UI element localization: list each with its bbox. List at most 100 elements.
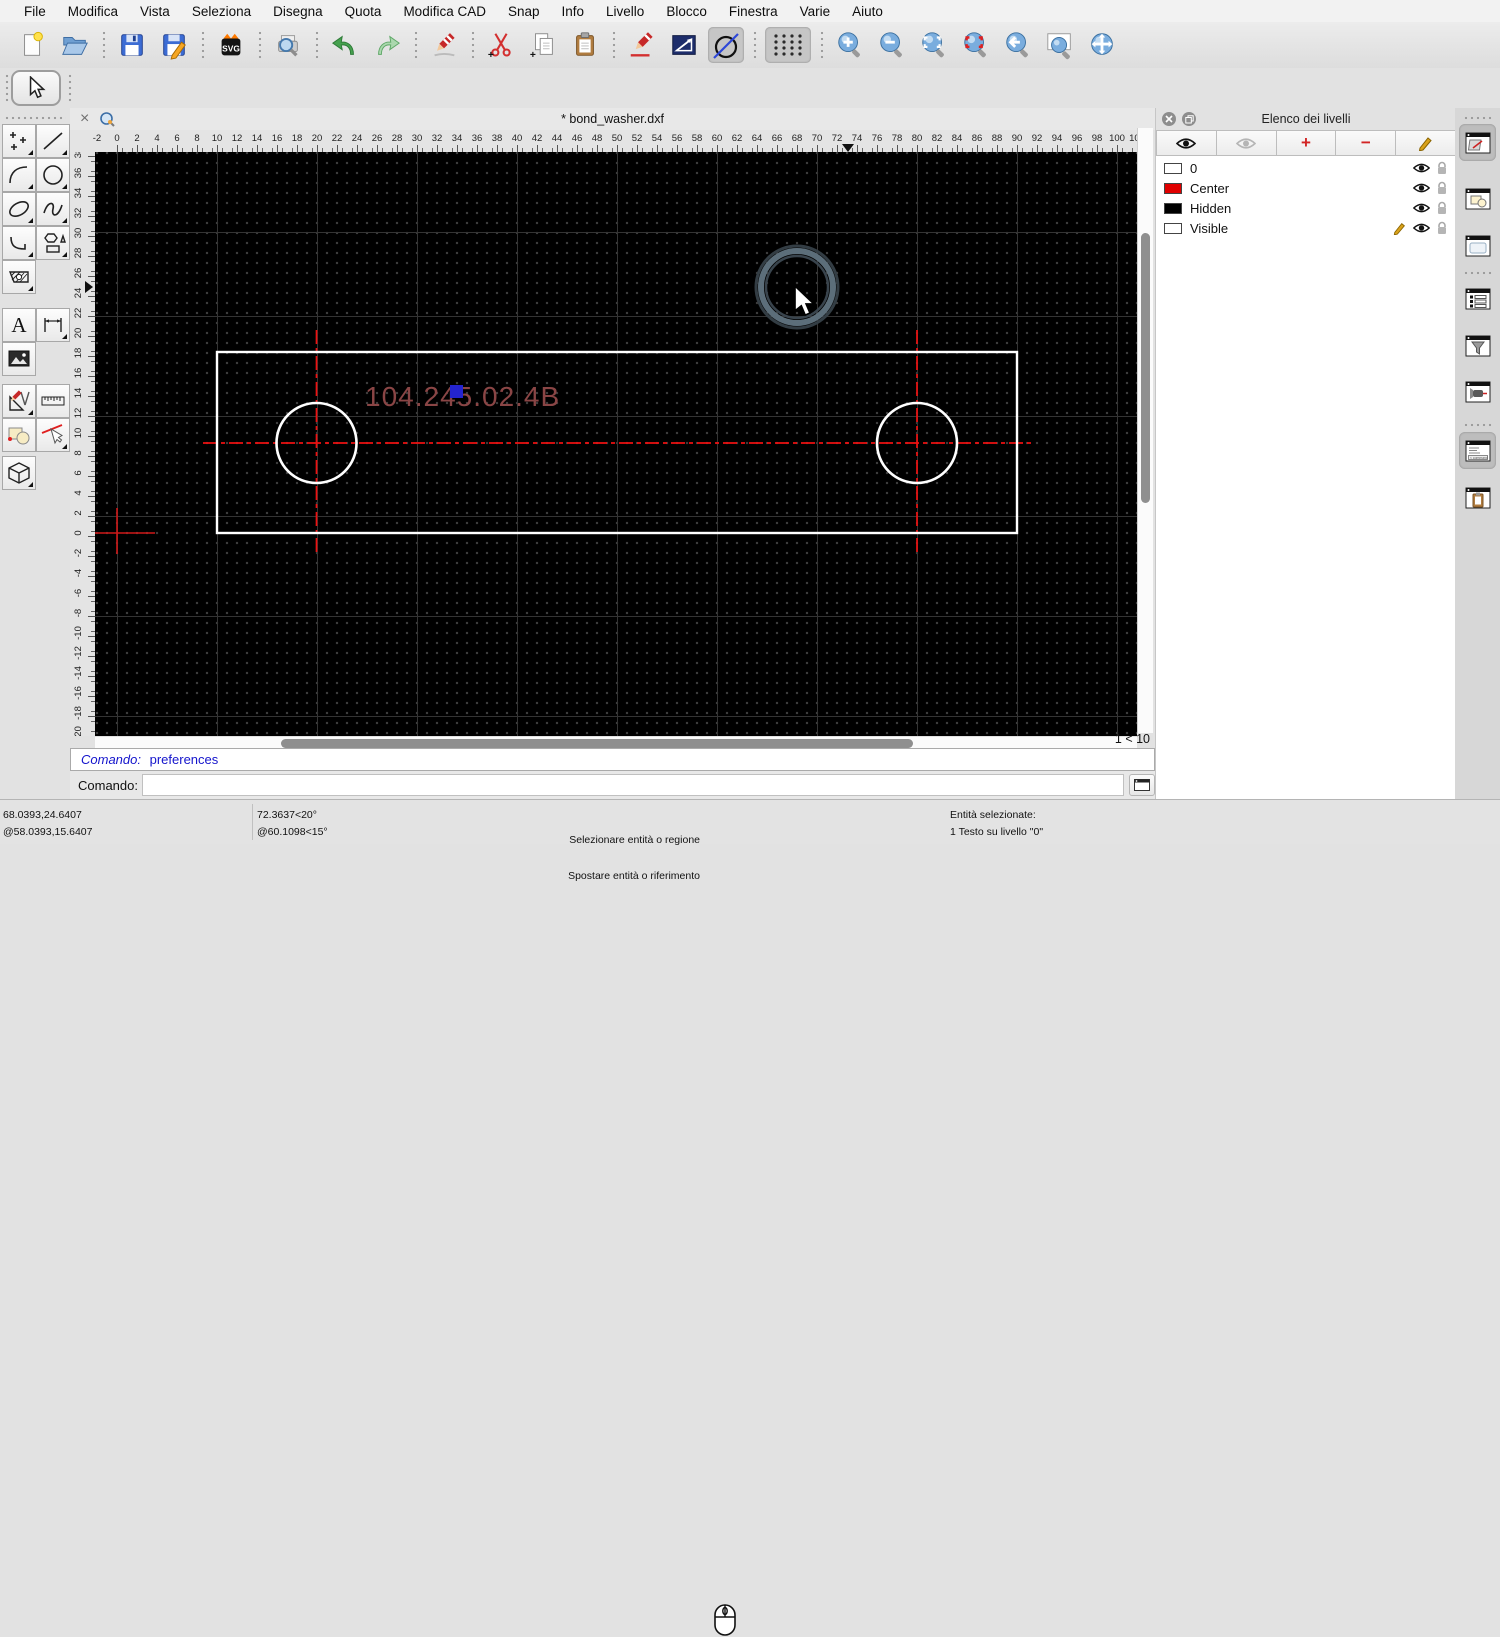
drawing-canvas[interactable]: 104.245.02.4B [95,152,1137,736]
zoom-window-button[interactable] [1042,27,1078,63]
layer-row-hidden[interactable]: Hidden [1156,198,1456,218]
hatch-tool-button[interactable] [2,260,36,294]
layer-lock-icon[interactable] [1436,161,1448,175]
drag-handle[interactable] [4,116,66,120]
menu-modifica-cad[interactable]: Modifica CAD [392,4,497,19]
svg-export-button[interactable]: SVG [213,27,249,63]
arc-tool-button[interactable] [2,158,36,192]
redo-button[interactable] [369,27,405,63]
show-all-layers-button[interactable] [1156,130,1217,156]
save-as-button[interactable] [156,27,192,63]
select-tool-button[interactable] [11,70,61,106]
menu-seleziona[interactable]: Seleziona [181,4,262,19]
menu-finestra[interactable]: Finestra [718,4,789,19]
draw-order-button[interactable] [666,27,702,63]
modify-attributes-tool-button[interactable] [36,418,70,452]
add-layer-button[interactable]: + [1276,130,1337,156]
vertical-scrollbar-thumb[interactable] [1141,233,1150,503]
vruler-label: 22 [73,307,84,319]
layer-color-swatch[interactable] [1164,182,1182,194]
layer-visibility-icon[interactable] [1413,162,1430,174]
remove-layer-button[interactable]: − [1336,130,1397,156]
isometric-tool-button[interactable] [2,456,36,490]
edit-attributes-button[interactable] [624,27,660,63]
selection-handle[interactable] [450,385,463,398]
drag-handle[interactable] [1463,271,1493,275]
drag-handle[interactable] [1463,423,1493,427]
menu-file[interactable]: File [13,4,57,19]
dock-layer-list-button[interactable] [1459,280,1496,317]
points-tool-button[interactable] [2,124,36,158]
image-tool-button[interactable] [2,342,36,376]
layer-row-visible[interactable]: Visible [1156,218,1456,238]
copy-button[interactable]: + [525,27,561,63]
new-file-button[interactable] [15,27,51,63]
print-preview-button[interactable] [270,27,306,63]
menu-snap[interactable]: Snap [497,4,551,19]
layer-visibility-icon[interactable] [1413,182,1430,194]
zoom-pan-button[interactable] [1084,27,1120,63]
line-tool-button[interactable] [36,124,70,158]
menu-blocco[interactable]: Blocco [655,4,718,19]
delete-button[interactable] [426,27,462,63]
text-tool-button[interactable]: A [2,308,36,342]
dock-pen-palette-button[interactable] [1459,124,1496,161]
layer-lock-icon[interactable] [1436,221,1448,235]
command-input[interactable] [141,774,1125,796]
dock-entity-filter-button[interactable] [1459,327,1496,364]
explode-tool-button[interactable] [2,418,36,452]
layer-color-swatch[interactable] [1164,162,1182,174]
layer-lock-icon[interactable] [1436,181,1448,195]
hide-all-layers-button[interactable] [1216,130,1277,156]
menu-info[interactable]: Info [551,4,596,19]
draft-mode-button[interactable] [708,27,744,63]
zoom-auto-button[interactable] [916,27,952,63]
zoom-out-button[interactable] [874,27,910,63]
drag-handle[interactable] [1463,116,1493,120]
ellipse-tool-button[interactable] [2,192,36,226]
layer-row-0[interactable]: 0 [1156,158,1456,178]
layer-visibility-icon[interactable] [1413,222,1430,234]
zoom-selected-button[interactable] [958,27,994,63]
spline-tool-button[interactable] [36,192,70,226]
snap-grid-button[interactable] [765,27,811,63]
save-button[interactable] [114,27,150,63]
drag-handle[interactable] [68,73,72,103]
cut-button[interactable]: + [483,27,519,63]
open-file-button[interactable] [57,27,93,63]
paste-button[interactable] [567,27,603,63]
polyline-tool-button[interactable] [2,226,36,260]
zoom-in-button[interactable] [832,27,868,63]
layer-color-swatch[interactable] [1164,222,1182,234]
measure-tool-button[interactable] [36,384,70,418]
layer-color-swatch[interactable] [1164,202,1182,214]
undo-button[interactable] [327,27,363,63]
dock-block-list-button[interactable] [1459,180,1496,217]
dock-library-browser-button[interactable] [1459,227,1496,264]
shapes-tool-button[interactable] [36,226,70,260]
layer-lock-icon[interactable] [1436,201,1448,215]
layer-visibility-icon[interactable] [1413,202,1430,214]
circle-tool-button[interactable] [36,158,70,192]
command-dock-button[interactable] [1129,774,1155,796]
menu-varie[interactable]: Varie [789,4,842,19]
menu-vista[interactable]: Vista [129,4,181,19]
centerlines[interactable] [203,330,1033,556]
modify-icon [9,390,30,411]
menu-disegna[interactable]: Disegna [262,4,334,19]
dock-command-widget-button[interactable]: < command [1459,432,1496,469]
layer-row-center[interactable]: Center [1156,178,1456,198]
vertical-scrollbar[interactable] [1137,128,1153,733]
menu-modifica[interactable]: Modifica [57,4,129,19]
dock-pen-wizard-button[interactable] [1459,373,1496,410]
menu-quota[interactable]: Quota [334,4,393,19]
zoom-previous-button[interactable] [1000,27,1036,63]
horizontal-scrollbar-thumb[interactable] [281,739,913,748]
dimension-tool-button[interactable] [36,308,70,342]
drag-handle[interactable] [5,73,9,103]
edit-layer-button[interactable] [1396,130,1456,156]
dock-clipboard-button[interactable] [1459,479,1496,516]
menu-livello[interactable]: Livello [595,4,655,19]
modify-tool-button[interactable] [2,384,36,418]
menu-aiuto[interactable]: Aiuto [841,4,894,19]
